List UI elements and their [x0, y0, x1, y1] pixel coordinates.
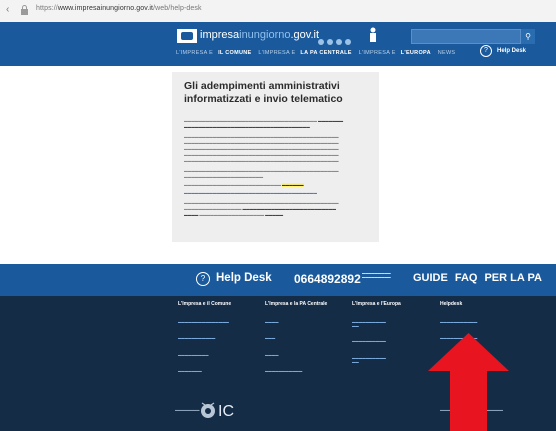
footer-column-europa: L'Impresa e l'Europa ▬▬▬▬▬▬▬▬▬▬ ▬▬ ▬▬▬▬▬▬…	[352, 301, 442, 364]
per-la-pa-link[interactable]: PER LA PA	[484, 272, 541, 284]
footer-column-comune: L'Impresa e il Comune ▬▬▬▬▬▬▬▬▬▬▬▬▬▬▬ ▬▬…	[178, 301, 268, 373]
helpdesk-label[interactable]: Help Desk	[216, 272, 272, 284]
footer-link[interactable]: ▬▬▬▬▬▬▬▬▬▬ ▬▬	[352, 320, 386, 328]
footer-link[interactable]: ▬▬▬▬▬▬▬▬▬▬▬	[440, 320, 477, 324]
browser-address-bar[interactable]: ‹ https://www.impresainungiorno.gov.it/w…	[0, 0, 556, 23]
nav-link-comune[interactable]: IL COMUNE	[218, 50, 251, 56]
article-card: Gli adempimenti amministrativi informati…	[172, 72, 379, 242]
nav-link-europa[interactable]: L'EUROPA	[401, 50, 431, 56]
article-paragraph-6: ▬▬▬▬▬▬▬▬▬▬▬▬▬▬▬▬▬▬▬▬▬▬▬▬▬▬▬▬▬▬▬▬▬▬▬▬▬▬▬▬…	[184, 201, 339, 217]
footer-link[interactable]: ▬▬▬▬	[265, 353, 279, 357]
footer-heading: L'Impresa e l'Europa	[352, 301, 401, 307]
guide-link[interactable]: GUIDE	[413, 272, 448, 284]
nav-link-pa-centrale[interactable]: LA PA CENTRALE	[300, 50, 351, 56]
footer-link[interactable]: ▬▬▬▬▬▬▬▬▬▬	[352, 339, 386, 343]
nav-prefix-comune: L'IMPRESA E	[176, 50, 214, 56]
footer-link[interactable]: ▬▬▬▬▬▬▬▬▬▬▬▬▬▬▬	[178, 320, 229, 324]
footer-link[interactable]: ▬▬▬▬▬▬▬	[178, 369, 202, 373]
article-paragraph-2: ▬▬▬▬▬▬▬▬▬▬▬▬▬▬▬▬▬▬▬▬▬▬▬▬▬▬▬▬▬▬▬▬▬▬▬▬▬▬▬▬…	[184, 135, 339, 163]
article-title: Gli adempimenti amministrativi informati…	[184, 80, 343, 105]
helpdesk-phone-note: ▬▬▬▬▬▬▬▬▬ ▬▬▬▬▬▬▬▬▬	[362, 271, 391, 279]
site-logo-icon[interactable]	[177, 29, 197, 43]
footer-logo-text: IC	[218, 403, 234, 419]
footer-link[interactable]: ▬▬▬▬▬▬▬▬▬▬▬	[178, 336, 215, 340]
search-icon[interactable]: ⚲	[521, 29, 535, 44]
back-icon[interactable]: ‹	[6, 4, 9, 15]
nav-link-news[interactable]: NEWS	[438, 50, 456, 56]
footer-link[interactable]: ▬▬▬	[265, 336, 275, 340]
address-url[interactable]: https://www.impresainungiorno.gov.it/web…	[36, 5, 202, 12]
footer-column-pa-centrale: L'Impresa e la PA Centrale ▬▬▬▬ ▬▬▬ ▬▬▬▬…	[265, 301, 355, 373]
faq-link[interactable]: FAQ	[455, 272, 478, 284]
helpdesk-phone[interactable]: 0664892892	[294, 272, 361, 286]
footer-link[interactable]: ▬▬▬▬▬▬▬▬▬▬▬	[265, 369, 302, 373]
main-navigation: L'IMPRESA E IL COMUNE L'IMPRESA E LA PA CE…	[176, 50, 460, 60]
header-help-desk-link[interactable]: Help Desk	[497, 48, 526, 54]
footer-link[interactable]: ▬▬▬▬▬▬▬▬▬	[178, 353, 209, 357]
lock-icon	[21, 5, 28, 15]
search-input[interactable]	[411, 29, 521, 44]
footer-heading: L'Impresa e la PA Centrale	[265, 301, 328, 307]
accessibility-icons[interactable]	[318, 32, 358, 45]
article-paragraph-3: ▬▬▬▬▬▬▬▬▬▬▬▬▬▬▬▬▬▬▬▬▬▬▬▬▬▬▬▬▬▬▬▬▬▬▬▬▬▬▬▬…	[184, 169, 339, 179]
footer-heading: Helpdesk	[440, 301, 463, 307]
help-circle-icon[interactable]: ?	[480, 45, 492, 57]
article-paragraph-1: ▬▬▬▬▬▬▬▬▬▬▬▬▬▬▬▬▬▬▬▬▬▬▬▬▬▬▬▬▬▬▬▬▬▬▬▬▬ ▬▬…	[184, 119, 344, 129]
article-paragraph-5: ▬▬▬▬▬▬▬▬▬▬▬▬▬▬▬▬▬▬▬▬▬▬▬▬▬▬▬▬▬▬▬▬▬▬▬▬▬	[184, 191, 317, 195]
footer-column-helpdesk: Helpdesk ▬▬▬▬▬▬▬▬▬▬▬ ▬▬▬▬▬▬▬▬▬▬▬	[440, 301, 530, 340]
footer-link[interactable]: ▬▬▬▬▬▬▬▬▬▬ ▬▬	[352, 356, 386, 364]
nav-prefix-pa: L'IMPRESA E	[258, 50, 296, 56]
person-icon[interactable]	[368, 27, 378, 43]
red-arrow-annotation	[428, 333, 509, 431]
site-logo[interactable]: impresainungiorno.gov.it	[200, 29, 319, 41]
helpdesk-links: GUIDE FAQ PER LA PA	[413, 272, 549, 284]
footer-heading: L'Impresa e il Comune	[178, 301, 232, 307]
help-circle-icon[interactable]: ?	[196, 272, 210, 286]
nav-prefix-europa: L'IMPRESA E	[358, 50, 396, 56]
footer-left-text: ▬▬▬▬▬▬▬	[175, 408, 200, 412]
footer-link[interactable]: ▬▬▬▬	[265, 320, 279, 324]
footer-logo-icon: IC	[201, 402, 234, 419]
article-paragraph-4: ▬▬▬▬▬▬▬▬▬▬▬▬▬▬▬▬▬▬▬▬▬▬▬▬▬▬▬ ▬▬▬▬▬▬	[184, 183, 304, 187]
